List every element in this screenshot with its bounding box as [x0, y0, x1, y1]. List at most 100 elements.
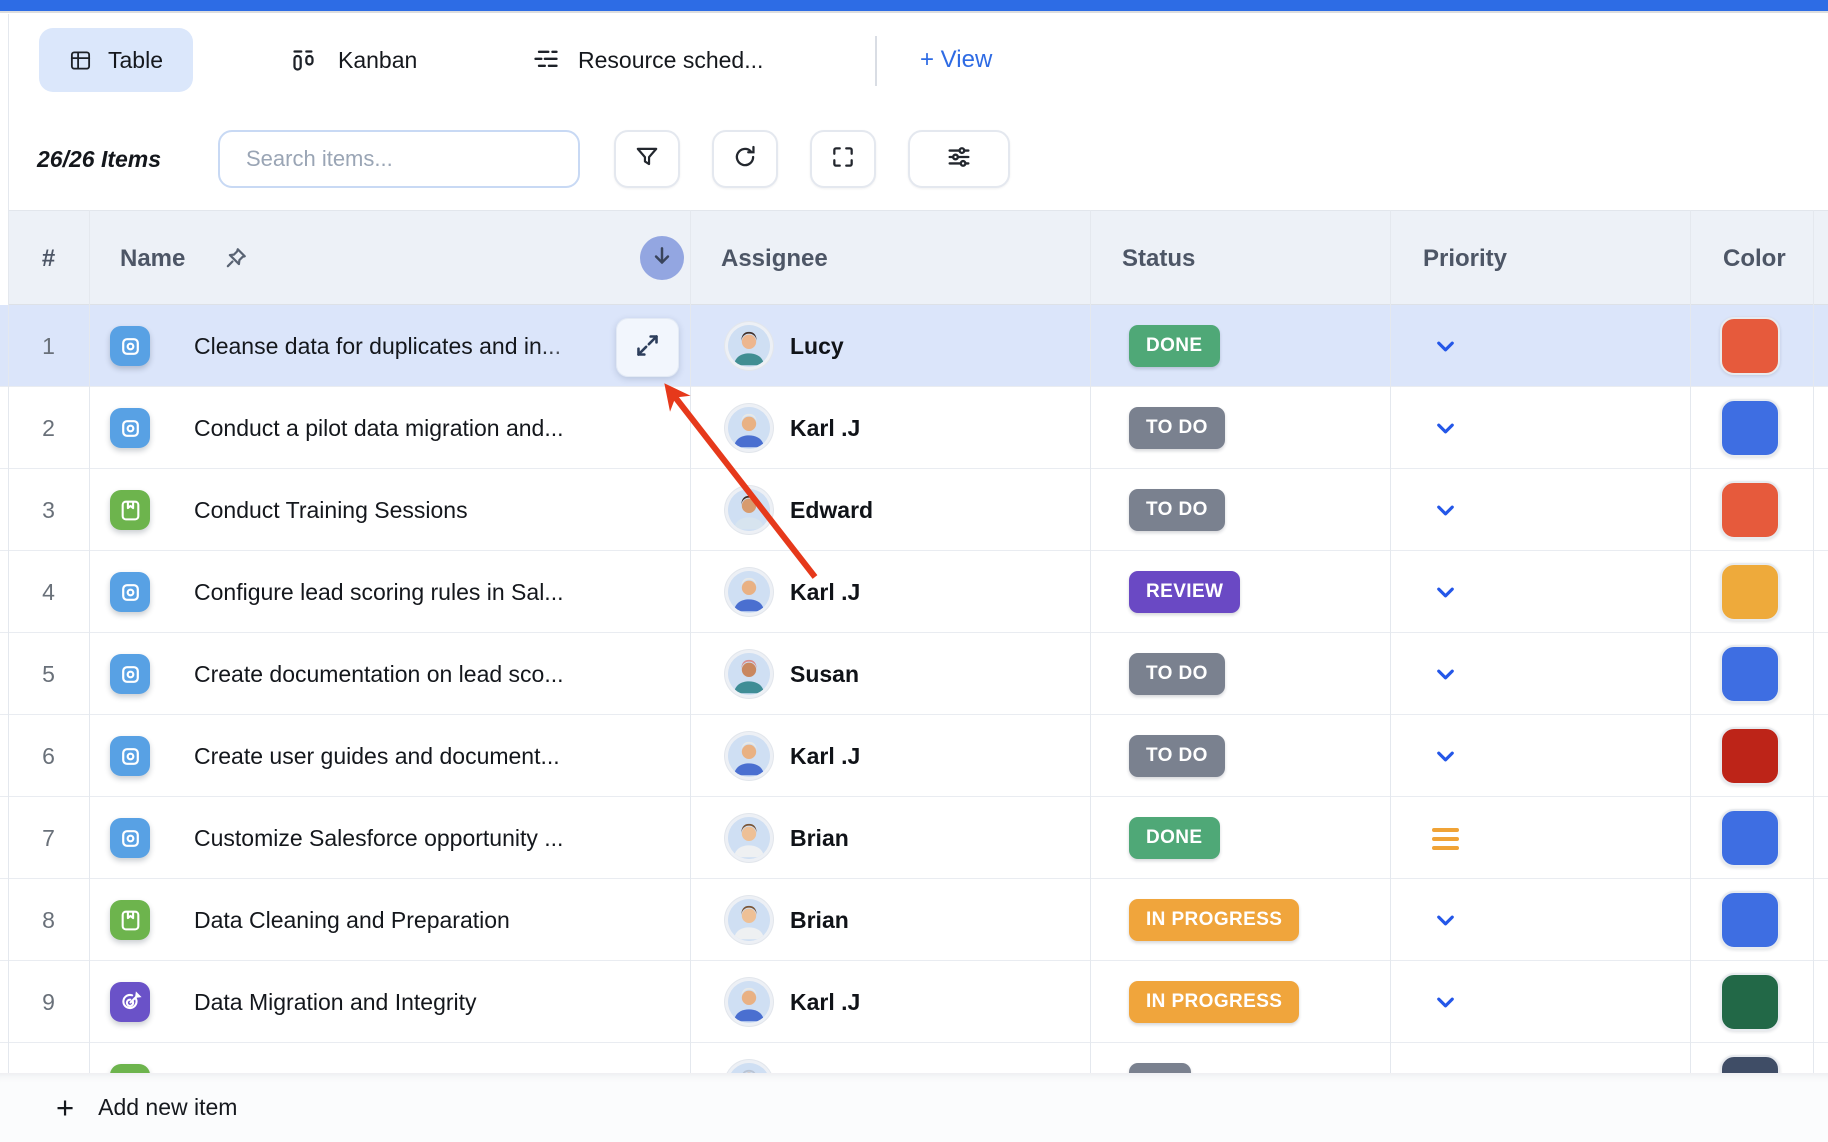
- color-swatch[interactable]: [1720, 727, 1780, 785]
- table-row[interactable]: 9Data Migration and IntegrityKarl .JIN P…: [0, 961, 1828, 1043]
- row-number: 7: [8, 797, 89, 879]
- color-swatch[interactable]: [1720, 645, 1780, 703]
- fullscreen-button[interactable]: [810, 130, 876, 188]
- color-swatch[interactable]: [1720, 973, 1780, 1031]
- status-badge[interactable]: REVIEW: [1129, 571, 1240, 613]
- task-name[interactable]: Configure lead scoring rules in Sal...: [194, 551, 563, 633]
- kanban-icon: [290, 47, 317, 74]
- filter-button[interactable]: [614, 130, 680, 188]
- status-badge[interactable]: [1129, 1063, 1191, 1073]
- table-row[interactable]: 4Configure lead scoring rules in Sal...K…: [0, 551, 1828, 633]
- status-badge[interactable]: IN PROGRESS: [1129, 899, 1299, 941]
- priority-dropdown-chevron-icon[interactable]: [1432, 333, 1459, 360]
- pin-icon[interactable]: [222, 244, 250, 277]
- assignee-avatar[interactable]: [728, 407, 770, 449]
- status-badge[interactable]: DONE: [1129, 325, 1220, 367]
- table-row[interactable]: 2 Conduct a pilot data migration and... Ka…: [0, 387, 1828, 469]
- task-name[interactable]: Data Migration and Integrity: [194, 961, 477, 1043]
- target-purple-task-icon: [110, 982, 150, 1022]
- top-accent-bar: [0, 0, 1828, 11]
- task-name[interactable]: Create documentation on lead sco...: [194, 633, 564, 715]
- priority-dropdown-chevron-icon[interactable]: [1432, 415, 1459, 442]
- priority-dropdown-chevron-icon[interactable]: [1432, 579, 1459, 606]
- sort-direction-button[interactable]: [640, 236, 684, 280]
- task-name[interactable]: Create user guides and document...: [194, 715, 560, 797]
- assignee-avatar[interactable]: [728, 735, 770, 777]
- color-swatch[interactable]: [1720, 317, 1780, 375]
- col-header-assignee: Assignee: [721, 211, 828, 306]
- table-row[interactable]: 8 Data Cleaning and Preparation Brian IN PR…: [0, 879, 1828, 961]
- task-name[interactable]: Customize Salesforce opportunity ...: [194, 797, 563, 879]
- assignee-avatar[interactable]: [728, 653, 770, 695]
- task-name[interactable]: Conduct Training Sessions: [194, 469, 468, 551]
- status-badge[interactable]: TO DO: [1129, 407, 1225, 449]
- book-green-task-icon: [110, 900, 150, 940]
- assignee-name: Karl .J: [790, 387, 860, 469]
- table-row[interactable]: 3Conduct Training SessionsEdwardTO DO: [0, 469, 1828, 551]
- col-header-status: Status: [1122, 211, 1195, 306]
- row-number: 9: [8, 961, 89, 1043]
- app-root: Table Kanban Resource sched... + View 26…: [0, 0, 1828, 1142]
- search-input[interactable]: [218, 130, 580, 188]
- col-header-color: Color: [1723, 211, 1786, 306]
- task-name[interactable]: Cleanse data for duplicates and in...: [194, 305, 561, 387]
- row-number: 6: [8, 715, 89, 797]
- items-count: 26/26 Items: [37, 130, 161, 188]
- priority-dropdown-chevron-icon[interactable]: [1432, 661, 1459, 688]
- color-swatch[interactable]: [1720, 809, 1780, 867]
- assignee-avatar[interactable]: [728, 899, 770, 941]
- row-number: 8: [8, 879, 89, 961]
- expand-icon: [634, 332, 661, 364]
- table-row[interactable]: 5Create documentation on lead sco...Susa…: [0, 633, 1828, 715]
- instance-blue-task-icon: [110, 818, 150, 858]
- add-view-button[interactable]: + View: [920, 28, 992, 92]
- task-name[interactable]: Data Cleaning and Preparation: [194, 879, 510, 961]
- filter-icon: [634, 144, 660, 175]
- assignee-avatar[interactable]: [728, 489, 770, 531]
- table-row[interactable]: 6 Create user guides and document... Karl …: [0, 715, 1828, 797]
- assignee-name: Karl .J: [790, 551, 860, 633]
- refresh-button[interactable]: [712, 130, 778, 188]
- priority-dropdown-chevron-icon[interactable]: [1432, 497, 1459, 524]
- status-badge[interactable]: IN PROGRESS: [1129, 981, 1299, 1023]
- table-row[interactable]: 7Customize Salesforce opportunity ...Bri…: [0, 797, 1828, 879]
- tab-resource-schedule[interactable]: Resource sched...: [532, 28, 763, 92]
- color-swatch[interactable]: [1720, 399, 1780, 457]
- table-header: # Name Assignee Status Priority Color: [8, 210, 1828, 305]
- row-number: 2: [8, 387, 89, 469]
- table-row[interactable]: [0, 1043, 1828, 1073]
- color-swatch[interactable]: [1720, 481, 1780, 539]
- expand-row-button[interactable]: [616, 318, 679, 377]
- sliders-icon: [945, 143, 973, 176]
- add-new-item-label: Add new item: [98, 1094, 237, 1121]
- status-badge[interactable]: DONE: [1129, 817, 1220, 859]
- tab-label: Table: [108, 47, 163, 74]
- tab-table[interactable]: Table: [39, 28, 193, 92]
- priority-dropdown-chevron-icon[interactable]: [1432, 743, 1459, 770]
- instance-blue-task-icon: [110, 736, 150, 776]
- assignee-name: Brian: [790, 879, 849, 961]
- assignee-avatar[interactable]: [728, 1063, 770, 1073]
- table-row[interactable]: 1Cleanse data for duplicates and in...Lu…: [0, 305, 1828, 387]
- status-badge[interactable]: TO DO: [1129, 653, 1225, 695]
- priority-dropdown-chevron-icon[interactable]: [1432, 989, 1459, 1016]
- status-badge[interactable]: TO DO: [1129, 735, 1225, 777]
- assignee-avatar[interactable]: [728, 325, 770, 367]
- book-green-task-icon: [110, 490, 150, 530]
- tab-kanban[interactable]: Kanban: [290, 28, 417, 92]
- assignee-avatar[interactable]: [728, 571, 770, 613]
- status-badge[interactable]: TO DO: [1129, 489, 1225, 531]
- display-settings-button[interactable]: [908, 130, 1010, 188]
- col-header-name: Name: [120, 211, 185, 306]
- task-name[interactable]: Conduct a pilot data migration and...: [194, 387, 564, 469]
- priority-menu-icon[interactable]: [1432, 828, 1459, 850]
- color-swatch[interactable]: [1720, 1055, 1780, 1073]
- priority-dropdown-chevron-icon[interactable]: [1432, 907, 1459, 934]
- assignee-avatar[interactable]: [728, 817, 770, 859]
- color-swatch[interactable]: [1720, 891, 1780, 949]
- assignee-name: Karl .J: [790, 715, 860, 797]
- assignee-avatar[interactable]: [728, 981, 770, 1023]
- add-new-item-button[interactable]: + Add new item: [0, 1073, 1828, 1142]
- top-hairline: [0, 11, 1828, 13]
- color-swatch[interactable]: [1720, 563, 1780, 621]
